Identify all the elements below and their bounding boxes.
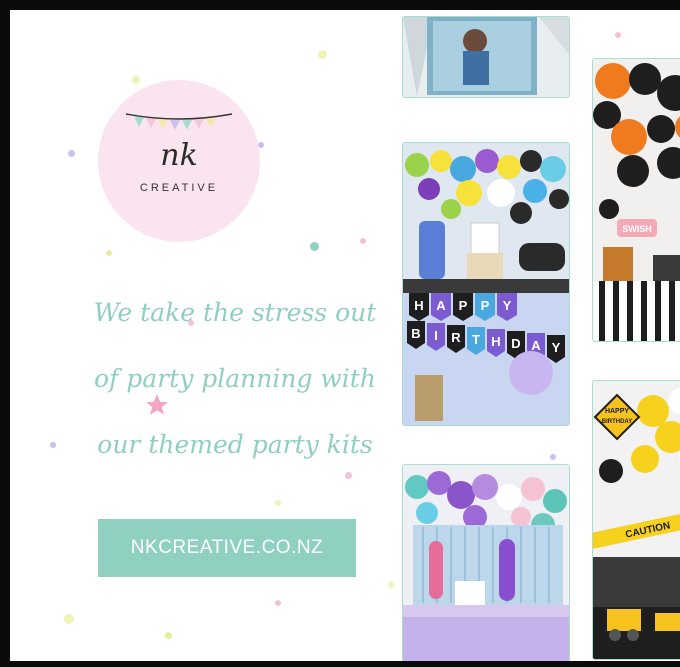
photo-orange-black-party[interactable]: SWISH (592, 58, 680, 342)
ad-frame: nk CREATIVE We take the stress out of pa… (0, 0, 680, 667)
confetti-dot (550, 454, 556, 460)
sign-text-bottom: BIRTHDAY (602, 419, 632, 425)
confetti-dot (360, 238, 366, 244)
tagline-line-1: We take the stress out (93, 298, 377, 327)
confetti-dot (132, 76, 140, 84)
tagline-line-3: our themed party kits (97, 430, 373, 459)
banner-letter: P (481, 298, 490, 313)
banner-letter: H (491, 334, 500, 349)
photo-frozen-party[interactable] (402, 16, 570, 98)
banner-letter: Y (552, 340, 561, 355)
banner-letter: I (434, 328, 438, 343)
confetti-dot (310, 242, 319, 251)
bunting-icon (125, 113, 233, 130)
brand-logo: nk CREATIVE (98, 80, 260, 242)
confetti-dot (64, 614, 74, 624)
photo-mermaid-party[interactable] (402, 464, 570, 661)
banner-letter: A (436, 298, 446, 313)
confetti-dot (50, 442, 56, 448)
banner-letter: B (411, 326, 420, 341)
banner-letter: A (531, 338, 541, 353)
confetti-dot (106, 250, 112, 256)
confetti-dot (275, 500, 281, 506)
confetti-dot (165, 632, 172, 639)
website-link-button[interactable]: NKCREATIVE.CO.NZ (98, 519, 356, 577)
cake-topper-text: SWISH (622, 224, 652, 234)
photo-construction-party[interactable]: HAPPY BIRTHDAY CAUTION (592, 380, 680, 660)
confetti-dot (615, 32, 621, 38)
tagline-line-2: of party planning with (94, 364, 376, 393)
banner-letter: T (472, 332, 480, 347)
banner-letter: P (459, 298, 468, 313)
logo-wordmark: CREATIVE (139, 182, 219, 194)
confetti-dot (388, 582, 394, 588)
banner-letter: D (511, 336, 520, 351)
tagline: We take the stress out of party planning… (70, 280, 400, 478)
banner-letter: R (451, 330, 461, 345)
logo-monogram: nk (160, 138, 198, 173)
banner-letter: H (414, 298, 423, 313)
confetti-dot (68, 150, 75, 157)
photo-game-birthday-party[interactable]: HAPPYBIRTHDAY (402, 142, 570, 426)
sign-text-top: HAPPY (605, 408, 629, 415)
confetti-dot (318, 50, 327, 59)
banner-letter: Y (503, 298, 512, 313)
confetti-dot (275, 600, 281, 606)
